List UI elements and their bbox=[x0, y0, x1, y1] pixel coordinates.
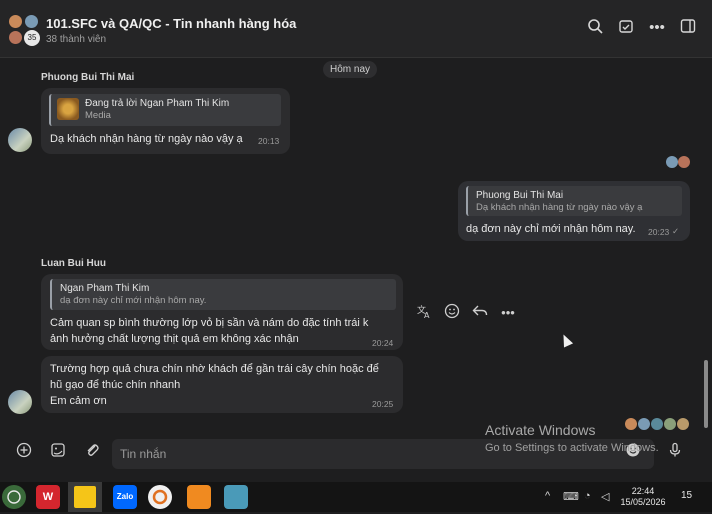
message-bubble[interactable]: Đang trả lời Ngan Pham Thi Kim Media Dạ … bbox=[41, 88, 290, 154]
date-divider: Hôm nay bbox=[323, 61, 378, 78]
message-text-line: Em cảm ơn bbox=[50, 395, 107, 407]
wifi-icon[interactable]: ◔ bbox=[584, 490, 591, 502]
message-text-line: hũ gạo để thúc chín nhanh bbox=[50, 379, 181, 391]
message-text: dạ đơn này chỉ mới nhận hôm nay. bbox=[466, 223, 636, 235]
translate-icon[interactable]: 文A bbox=[414, 303, 434, 323]
volume-icon[interactable]: ◁ bbox=[601, 490, 609, 503]
start-button[interactable] bbox=[2, 485, 26, 509]
taskbar: W Zalo ^ ⌨ ◔ ◁ 22:44 15/05/2026 15 bbox=[0, 482, 712, 512]
search-icon[interactable] bbox=[585, 18, 605, 38]
avatar[interactable] bbox=[8, 390, 32, 414]
wps-icon[interactable]: W bbox=[36, 485, 60, 509]
member-avatar bbox=[24, 14, 39, 29]
message-time: 20:23 bbox=[648, 227, 670, 237]
activation-watermark-text: Go to Settings to activate Windows. bbox=[485, 442, 659, 454]
app-blue-icon[interactable] bbox=[224, 485, 248, 509]
reply-quote[interactable]: Phuong Bui Thi Mai Dạ khách nhận hàng từ… bbox=[466, 186, 682, 216]
message-time: 20:25 bbox=[372, 399, 394, 409]
message-list[interactable]: Hôm nay Phuong Bui Thi Mai Đang trả lời … bbox=[0, 58, 712, 433]
chat-app: 35 101.SFC và QA/QC - Tin nhanh hàng hóa… bbox=[0, 0, 712, 482]
more-icon[interactable]: ••• bbox=[498, 303, 518, 323]
message-text-line: Trường hợp quả chưa chín nhờ khách để gầ… bbox=[50, 363, 379, 375]
sidebar-toggle-icon[interactable] bbox=[678, 18, 698, 38]
member-avatar bbox=[8, 30, 23, 45]
calendar-check-icon[interactable] bbox=[616, 18, 636, 38]
seen-avatar bbox=[625, 418, 637, 430]
member-count[interactable]: 38 thành viên bbox=[46, 34, 106, 45]
add-icon[interactable] bbox=[11, 441, 37, 467]
scrollbar[interactable] bbox=[704, 360, 708, 428]
svg-text:A: A bbox=[424, 311, 430, 319]
app-orange-icon[interactable] bbox=[187, 485, 211, 509]
quote-text: Media bbox=[85, 110, 111, 121]
message-time: 20:24 bbox=[372, 338, 394, 348]
quote-text: Dạ khách nhận hàng từ ngày nào vậy ạ bbox=[476, 202, 643, 213]
seen-avatar bbox=[664, 418, 676, 430]
sent-check-icon: ✓ bbox=[672, 226, 680, 236]
media-thumbnail bbox=[57, 98, 79, 120]
language-icon[interactable]: ⌨ bbox=[563, 490, 579, 503]
group-avatar[interactable]: 35 bbox=[8, 14, 40, 46]
seen-avatar bbox=[678, 156, 690, 168]
clock-date: 15/05/2026 bbox=[620, 497, 666, 507]
microphone-icon[interactable] bbox=[662, 441, 688, 467]
message-text: Dạ khách nhận hàng từ ngày nào vậy ạ bbox=[50, 133, 243, 145]
sticky-notes-taskbar-item[interactable] bbox=[68, 482, 102, 512]
reply-icon[interactable] bbox=[470, 303, 490, 323]
message-bubble[interactable]: Trường hợp quả chưa chín nhờ khách để gầ… bbox=[41, 356, 403, 413]
seen-avatar bbox=[677, 418, 689, 430]
message-text-line: Cảm quan sp bình thường lớp vỏ bị sần và… bbox=[50, 317, 369, 329]
seen-avatar bbox=[638, 418, 650, 430]
emoji-icon[interactable] bbox=[442, 303, 462, 323]
composer: Tin nhắn bbox=[0, 433, 712, 482]
avatar[interactable] bbox=[8, 128, 32, 152]
quote-name: Đang trả lời Ngan Pham Thi Kim bbox=[85, 98, 230, 109]
message-bubble-own[interactable]: Phuong Bui Thi Mai Dạ khách nhận hàng từ… bbox=[458, 181, 690, 241]
clock-time: 22:44 bbox=[631, 486, 655, 496]
seen-avatar bbox=[666, 156, 678, 168]
more-icon[interactable]: ••• bbox=[647, 18, 667, 38]
notification-button[interactable]: 15 bbox=[681, 490, 701, 506]
image-sticker-icon[interactable] bbox=[45, 441, 71, 467]
notification-count: 15 bbox=[681, 490, 693, 501]
quote-name: Ngan Pham Thi Kim bbox=[60, 283, 150, 294]
group-title[interactable]: 101.SFC và QA/QC - Tin nhanh hàng hóa bbox=[46, 16, 296, 31]
zalo-icon[interactable]: Zalo bbox=[113, 485, 137, 509]
chevron-up-icon[interactable]: ^ bbox=[545, 490, 550, 502]
member-avatar bbox=[8, 14, 23, 29]
message-time: 20:13 bbox=[258, 136, 280, 146]
browser-icon[interactable] bbox=[148, 485, 172, 509]
sender-name: Phuong Bui Thi Mai bbox=[41, 72, 135, 83]
reply-quote[interactable]: Ngan Pham Thi Kim dạ đơn này chỉ mới nhậ… bbox=[50, 279, 396, 310]
activation-watermark-title: Activate Windows bbox=[485, 422, 596, 438]
chat-header: 35 101.SFC và QA/QC - Tin nhanh hàng hóa… bbox=[0, 0, 712, 58]
sender-name: Luan Bui Huu bbox=[41, 258, 106, 269]
clock[interactable]: 22:44 15/05/2026 bbox=[619, 486, 667, 508]
seen-avatar bbox=[651, 418, 663, 430]
quote-text: dạ đơn này chỉ mới nhận hôm nay. bbox=[60, 295, 207, 306]
quote-name: Phuong Bui Thi Mai bbox=[476, 190, 564, 201]
member-count-badge: 35 bbox=[24, 30, 40, 46]
message-bubble[interactable]: Ngan Pham Thi Kim dạ đơn này chỉ mới nhậ… bbox=[41, 274, 403, 350]
reply-quote[interactable]: Đang trả lời Ngan Pham Thi Kim Media bbox=[49, 94, 281, 126]
message-text-line: ảnh hưởng chất lượng thịt quả em không x… bbox=[50, 333, 299, 345]
sticky-notes-icon bbox=[74, 486, 96, 508]
attachment-icon[interactable] bbox=[79, 441, 105, 467]
